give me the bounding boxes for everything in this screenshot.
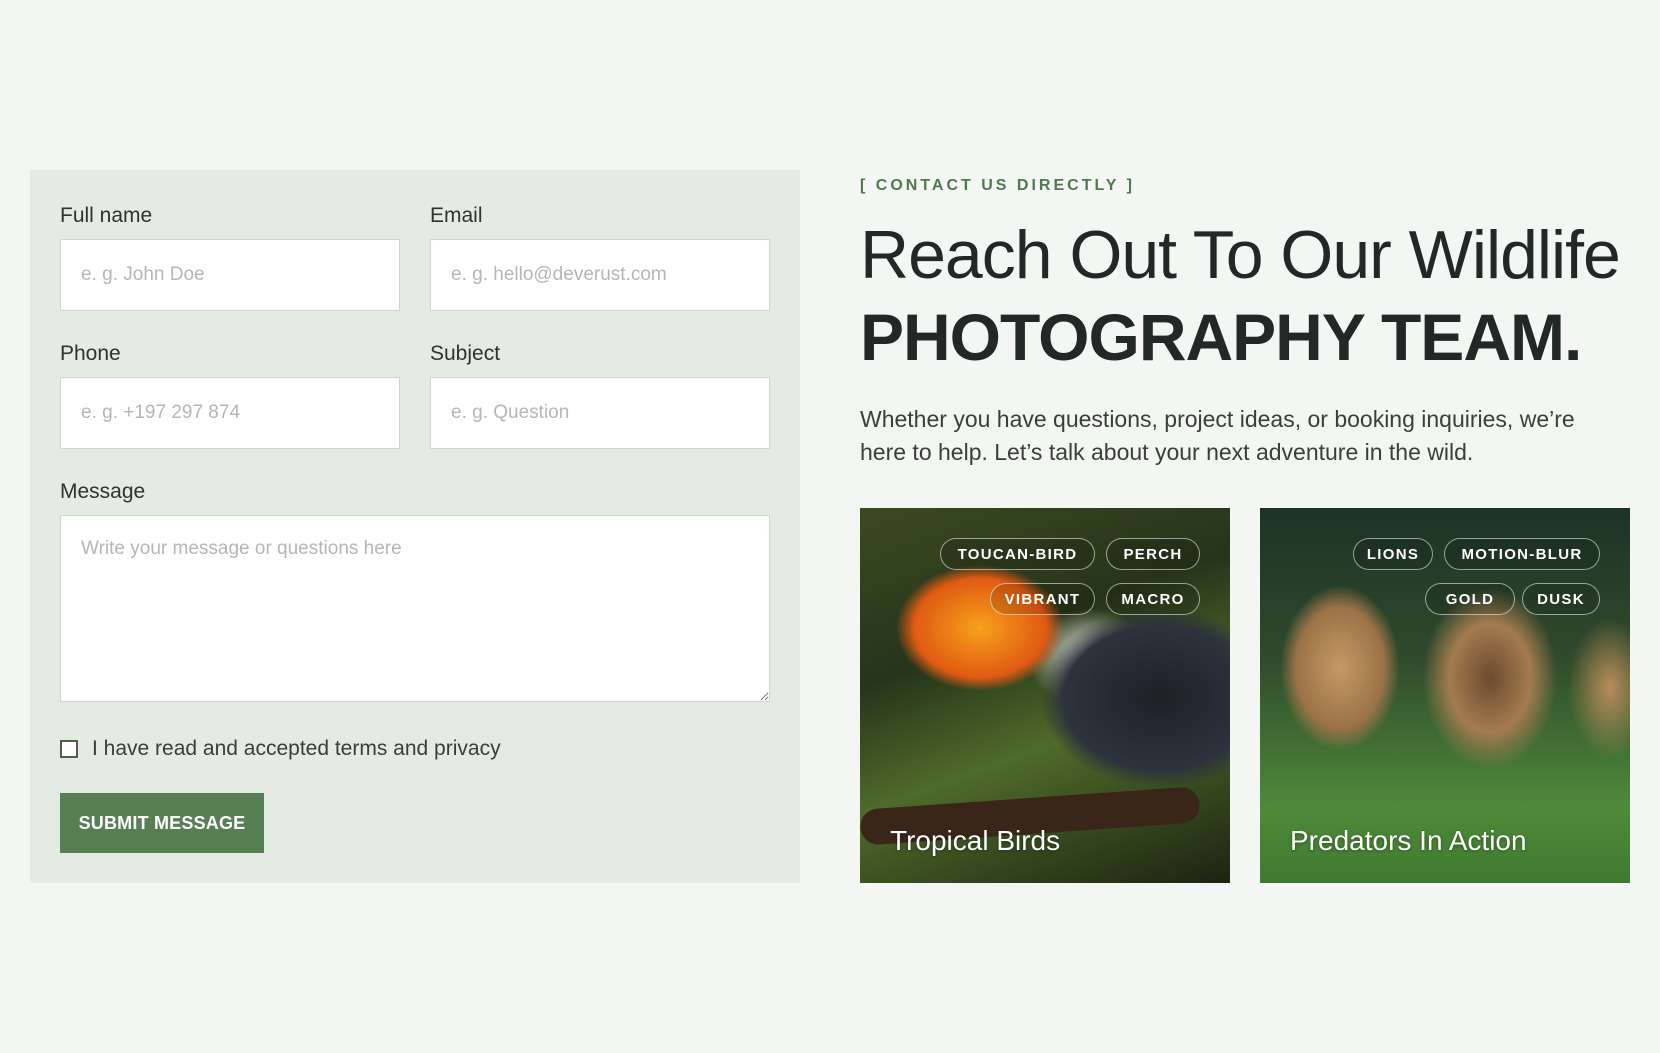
tag-chip[interactable]: MACRO (1106, 583, 1200, 615)
subject-label: Subject (430, 342, 501, 365)
contact-info: [ CONTACT US DIRECTLY ] Reach Out To Our… (860, 170, 1621, 469)
fullname-label: Full name (60, 204, 153, 227)
message-textarea[interactable] (60, 515, 770, 702)
phone-label: Phone (60, 342, 121, 365)
card-title: Tropical Birds (890, 825, 1061, 856)
subject-field-group: Subject (430, 342, 770, 449)
tag-chip[interactable]: MOTION-BLUR (1444, 538, 1600, 570)
submit-message-button[interactable]: SUBMIT MESSAGE (60, 793, 264, 853)
terms-label: I have read and accepted terms and priva… (92, 737, 501, 760)
tag-chip[interactable]: GOLD (1425, 583, 1515, 615)
phone-input[interactable] (60, 377, 400, 449)
fullname-field-group: Full name (60, 204, 400, 311)
terms-row[interactable]: I have read and accepted terms and priva… (60, 737, 501, 761)
tag-chip[interactable]: PERCH (1106, 538, 1200, 570)
heading-line-1: Reach Out To Our Wildlife (860, 217, 1621, 293)
contact-form: Full name Email Phone Subject Message I … (30, 170, 800, 883)
gallery-card-tropical-birds[interactable]: TOUCAN-BIRD PERCH VIBRANT MACRO Tropical… (860, 508, 1230, 883)
email-input[interactable] (430, 239, 770, 311)
card-title: Predators In Action (1290, 825, 1527, 856)
email-field-group: Email (430, 204, 770, 311)
gallery-card-predators[interactable]: LIONS MOTION-BLUR GOLD DUSK Predators In… (1260, 508, 1630, 883)
subject-input[interactable] (430, 377, 770, 449)
tag-chip[interactable]: DUSK (1522, 583, 1600, 615)
heading-line-2: PHOTOGRAPHY TEAM. (860, 300, 1582, 374)
tag-chip[interactable]: LIONS (1353, 538, 1433, 570)
tag-chip[interactable]: TOUCAN-BIRD (940, 538, 1095, 570)
message-field-group: Message (60, 480, 770, 707)
terms-checkbox[interactable] (60, 740, 78, 758)
lead-paragraph: Whether you have questions, project idea… (860, 406, 1575, 465)
section-eyebrow: [ CONTACT US DIRECTLY ] (860, 177, 1135, 194)
fullname-input[interactable] (60, 239, 400, 311)
tag-chip[interactable]: VIBRANT (990, 583, 1095, 615)
message-label: Message (60, 480, 146, 503)
phone-field-group: Phone (60, 342, 400, 449)
email-label: Email (430, 204, 483, 227)
